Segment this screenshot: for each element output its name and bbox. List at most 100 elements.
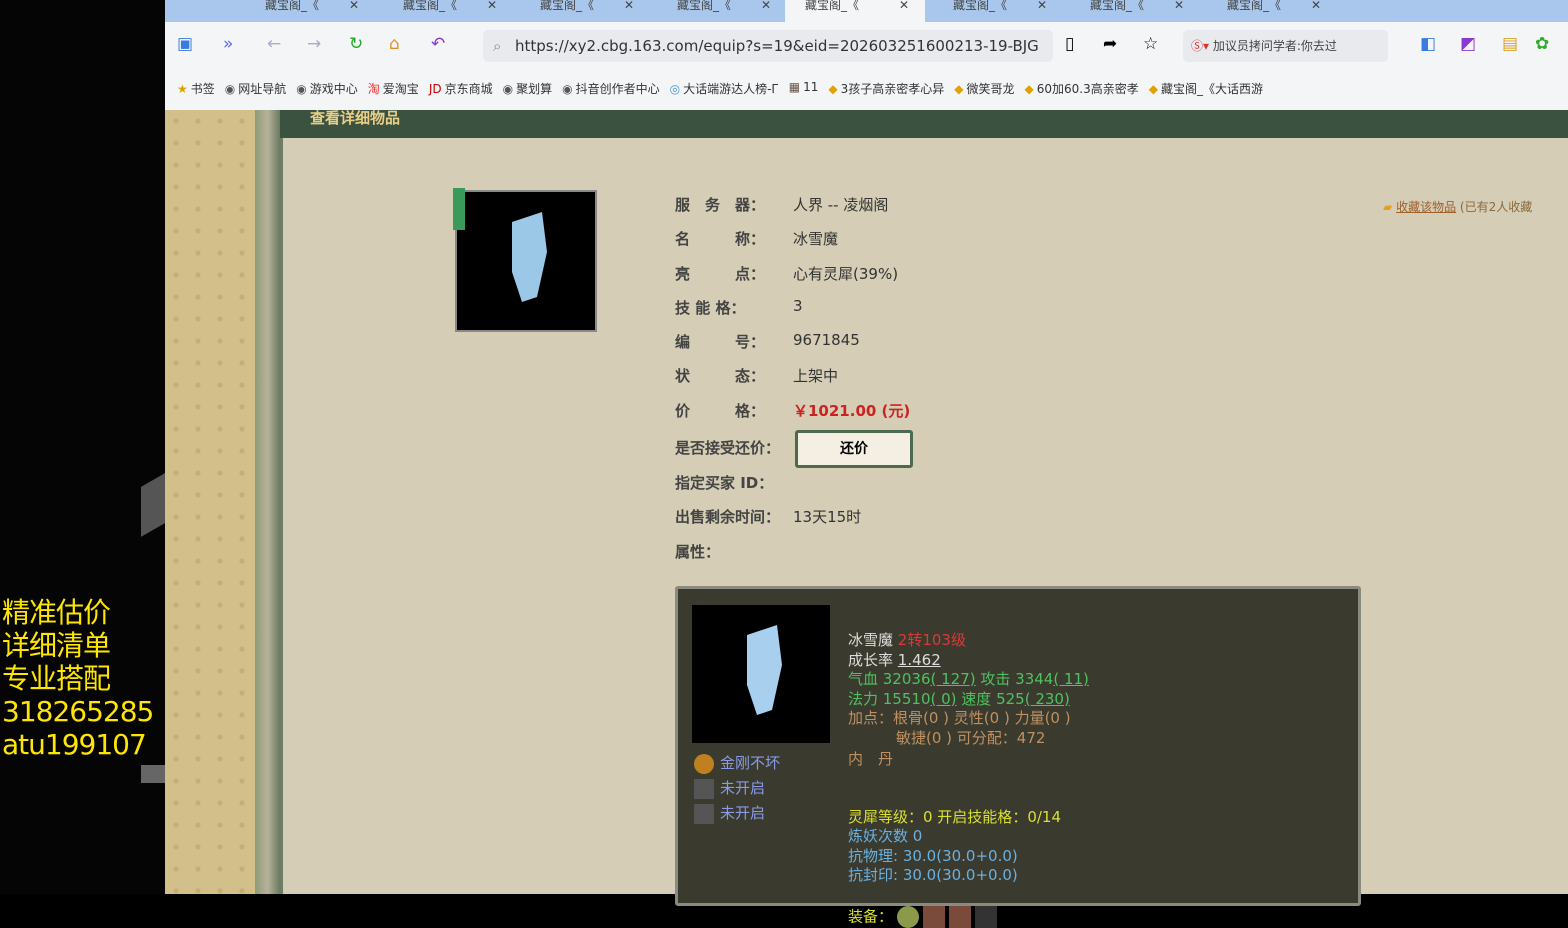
- tab-label: 藏宝阁_《: [1227, 0, 1282, 12]
- tab[interactable]: 藏宝阁_《 ✕: [383, 0, 513, 22]
- bookmark[interactable]: ★ 书签: [177, 80, 215, 97]
- promo-line: 精准估价: [2, 596, 111, 629]
- bookmark[interactable]: ◉ 网址导航: [225, 80, 287, 97]
- promo-line: atu199107: [2, 728, 147, 761]
- field-value: 冰雪魔: [793, 230, 839, 249]
- translate-icon[interactable]: ◧: [1420, 34, 1436, 54]
- bookmark[interactable]: ◆ 藏宝阁_《大话西游: [1149, 80, 1263, 97]
- bookmark-label: 大话端游达人榜-Г: [683, 82, 779, 96]
- locked-slot-icon: [694, 803, 714, 824]
- tab-label: 藏宝阁_《: [265, 0, 320, 12]
- bookmark-label: 京东商城: [444, 82, 493, 96]
- decor: [141, 473, 165, 537]
- equipment-icon[interactable]: [923, 905, 946, 928]
- info-row: 价 格： ￥1021.00 (元): [675, 400, 910, 434]
- close-icon[interactable]: ✕: [761, 0, 771, 11]
- field-value: 3: [793, 296, 803, 315]
- extension-icon[interactable]: ✿: [1535, 34, 1549, 54]
- close-icon[interactable]: ✕: [899, 0, 909, 11]
- home-icon[interactable]: ⌂: [389, 34, 400, 54]
- info-row: 服 务 器： 人界 -- 凌烟阁: [675, 194, 910, 228]
- hp: 气血 32036: [848, 670, 931, 688]
- skill-item[interactable]: 未开启: [694, 777, 765, 799]
- field-value: 心有灵犀(39%): [793, 264, 899, 283]
- bookmark[interactable]: ◆ 60加60.3高亲密孝: [1025, 80, 1139, 97]
- pet-stats: 冰雪魔 2转103级 成长率 1.462 气血 32036( 127) 攻击 3…: [848, 631, 1089, 928]
- bookmark[interactable]: JD 京东商城: [429, 80, 493, 97]
- search-text: 加议员拷问学者:你去过: [1212, 39, 1337, 53]
- field-label: 状 态：: [675, 367, 766, 386]
- bookmark-label: 藏宝阁_《大话西游: [1160, 82, 1263, 96]
- bookmark[interactable]: ◆ 3孩子高亲密孝心异: [828, 80, 944, 97]
- tab[interactable]: 藏宝阁_《 ✕: [1070, 0, 1200, 22]
- skill-item[interactable]: 未开启: [694, 802, 765, 824]
- forward-icon[interactable]: →: [307, 34, 321, 54]
- sidebar-icon[interactable]: ▣: [177, 34, 193, 54]
- tab-active[interactable]: 藏宝阁_《 ✕: [785, 0, 925, 22]
- undo-icon[interactable]: ↶: [431, 34, 445, 54]
- tab[interactable]: 藏宝阁_《 ✕: [1207, 0, 1337, 22]
- skill-item[interactable]: 金刚不坏: [694, 752, 780, 774]
- bookmark[interactable]: ◉ 聚划算: [503, 80, 553, 97]
- info-list: 服 务 器： 人界 -- 凌烟阁 名 称： 冰雪魔 亮 点： 心有灵犀(39%) 技 …: [675, 194, 910, 575]
- close-icon[interactable]: ✕: [1174, 0, 1184, 11]
- bargain-button[interactable]: 还价: [795, 430, 913, 468]
- growth-label: 成长率: [848, 650, 894, 669]
- bookmark[interactable]: ◆ 微笑哥龙: [954, 80, 1014, 97]
- tab[interactable]: 藏宝阁_《 ✕: [933, 0, 1063, 22]
- search-box[interactable]: Ⓢ▾ 加议员拷问学者:你去过: [1183, 30, 1388, 62]
- pet-image: [692, 605, 830, 743]
- tab[interactable]: 藏宝阁_《 ✕: [520, 0, 650, 22]
- field-label: 亮 点：: [675, 264, 766, 283]
- info-row: 技 能 格： 3: [675, 297, 910, 331]
- equipment-icon[interactable]: [897, 905, 920, 928]
- field-label: 出售剩余时间：: [675, 508, 781, 527]
- ice-pet-image: [747, 625, 782, 715]
- close-icon[interactable]: ✕: [1037, 0, 1047, 11]
- physical-resist: 抗物理: 30.0(30.0+0.0): [848, 846, 1018, 865]
- chevrons-icon[interactable]: »: [223, 34, 233, 54]
- bookmark-label: 网址导航: [238, 82, 287, 96]
- star-icon[interactable]: ☆: [1143, 34, 1158, 54]
- folder-icon[interactable]: ▤: [1502, 34, 1518, 54]
- bookmark[interactable]: ◎ 大话端游达人榜-Г: [670, 80, 779, 97]
- item-detail: 服 务 器： 人界 -- 凌烟阁 名 称： 冰雪魔 亮 点： 心有灵犀(39%) 技 …: [280, 138, 1568, 928]
- tab[interactable]: 藏宝阁_《 ✕: [245, 0, 375, 22]
- lingxi-level: 灵犀等级：0 开启技能格：0/14: [848, 807, 1061, 826]
- price-value: ￥1021.00 (元): [793, 401, 911, 420]
- back-icon[interactable]: ←: [267, 34, 281, 54]
- attribute-points: 敏捷(0 ) 可分配：472: [896, 728, 1046, 747]
- reader-icon[interactable]: ▯: [1065, 34, 1074, 54]
- mp-bonus: ( 0): [930, 689, 957, 708]
- bookmark[interactable]: 淘爱淘宝: [368, 80, 419, 97]
- bookmark[interactable]: ◉ 游戏中心: [296, 80, 358, 97]
- neidan-label: 内 丹: [848, 750, 894, 768]
- close-icon[interactable]: ✕: [624, 0, 634, 11]
- share-icon[interactable]: ➦: [1103, 34, 1117, 54]
- pet-level: 2转103级: [897, 631, 966, 649]
- bookmark[interactable]: ◉ 抖音创作者中心: [562, 80, 660, 97]
- favorite-link[interactable]: ▰ 收藏该物品 (已有2人收藏: [1383, 198, 1532, 215]
- field-value: 人界 -- 凌烟阁: [793, 196, 889, 214]
- close-icon[interactable]: ✕: [349, 0, 359, 11]
- close-icon[interactable]: ✕: [487, 0, 497, 11]
- edit-icon[interactable]: ◩: [1460, 34, 1476, 54]
- bookmark-label: 11: [803, 80, 819, 94]
- decor: [141, 765, 165, 783]
- skill-name: 金刚不坏: [720, 754, 781, 772]
- address-bar[interactable]: ⌕ https://xy2.cbg.163.com/equip?s=19&eid=…: [483, 30, 1053, 62]
- favorite-count: (已有2人收藏: [1459, 200, 1533, 214]
- close-icon[interactable]: ✕: [1311, 0, 1321, 11]
- favorite-label[interactable]: 收藏该物品: [1396, 200, 1456, 214]
- seal-resist: 抗封印: 30.0(30.0+0.0): [848, 866, 1018, 884]
- info-row: 属性：: [675, 541, 910, 575]
- skill-name: 未开启: [720, 779, 766, 797]
- video-overlay-left: 精准估价 详细清单 专业搭配 318265285 atu199107: [0, 0, 165, 894]
- equipment-icon[interactable]: [949, 905, 972, 928]
- bookmark[interactable]: ▦ 11: [789, 80, 819, 97]
- info-row: 名 称： 冰雪魔: [675, 228, 910, 262]
- equipment-icon[interactable]: [975, 905, 998, 928]
- refresh-icon[interactable]: ↻: [349, 34, 363, 54]
- toolbar: ▣ » ← → ↻ ⌂ ↶ ⌕ https://xy2.cbg.163.com/e…: [165, 26, 1568, 66]
- tab[interactable]: 藏宝阁_《 ✕: [657, 0, 787, 22]
